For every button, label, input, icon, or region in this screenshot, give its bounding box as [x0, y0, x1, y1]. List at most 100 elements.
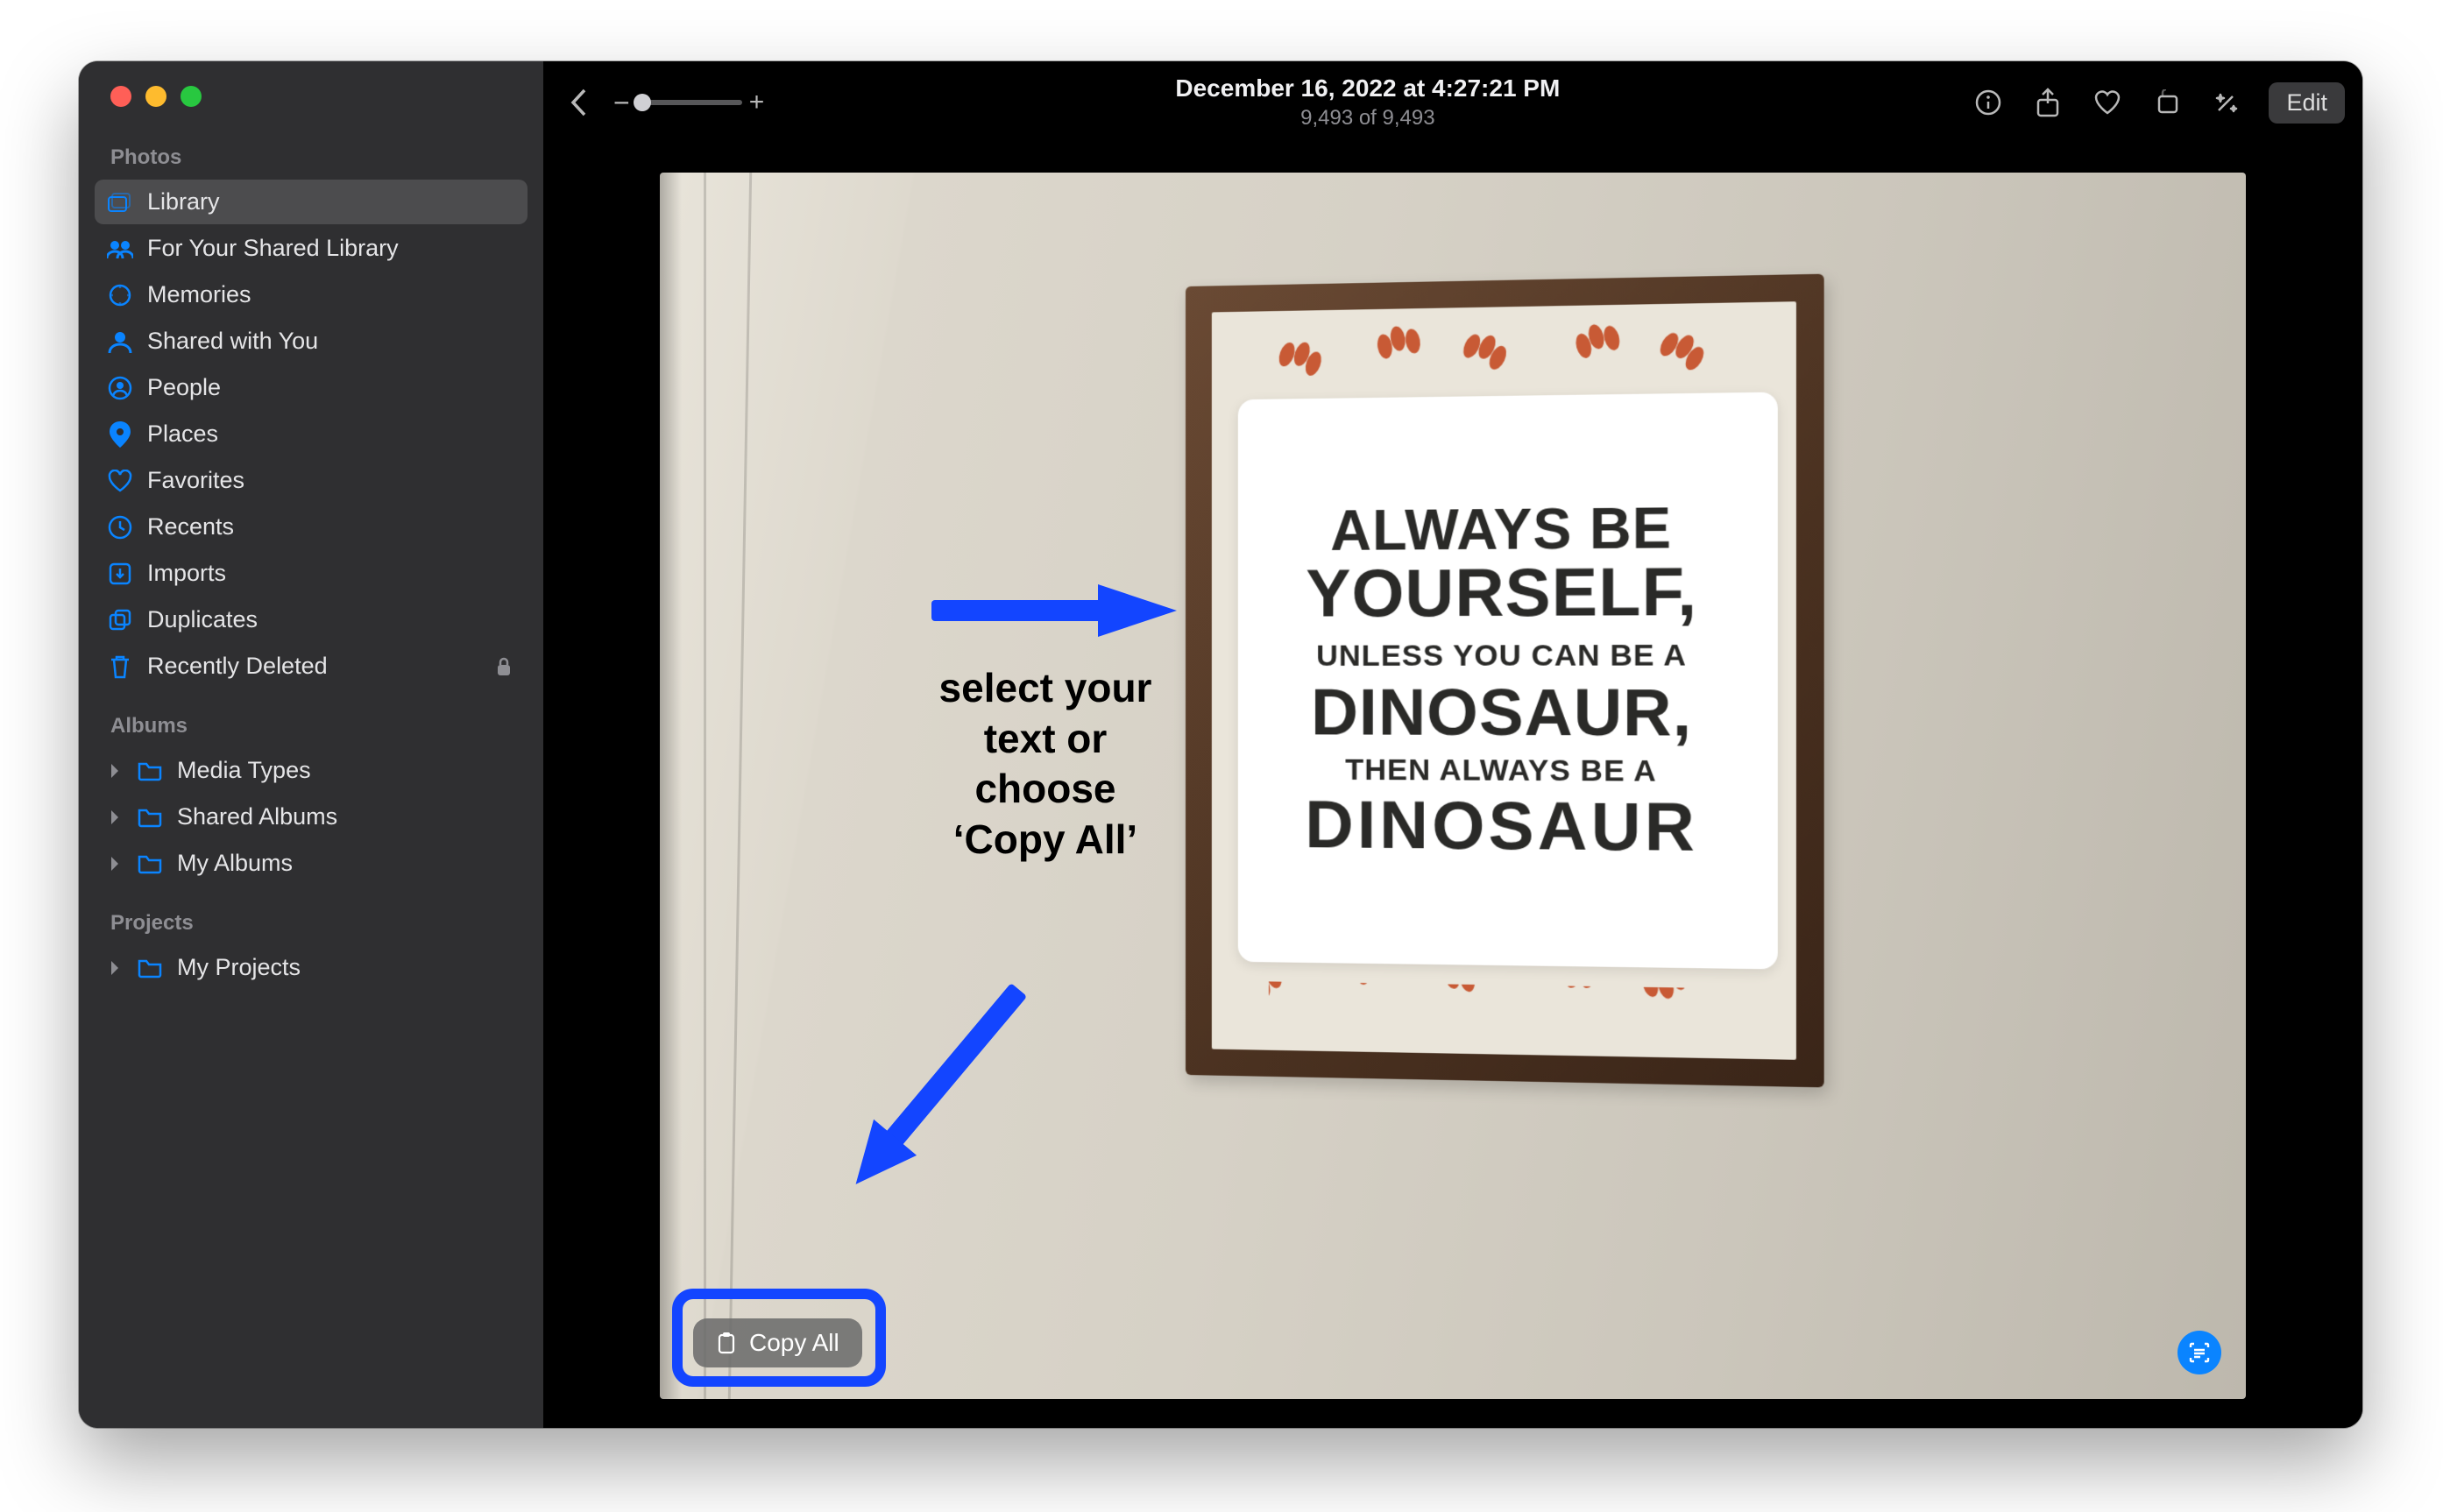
folder-icon [137, 955, 163, 981]
annotation-arrow-right [923, 567, 1186, 654]
sidebar-item-recents[interactable]: Recents [95, 505, 528, 549]
fullscreen-window-button[interactable] [181, 86, 202, 107]
sidebar-item-label: Shared with You [147, 328, 318, 355]
annotation-line: choose [905, 764, 1186, 815]
zoom-slider[interactable]: − + [613, 87, 764, 119]
copy-all-button[interactable]: Copy All [693, 1318, 862, 1367]
sidebar-item-label: My Albums [177, 850, 293, 877]
chevron-right-icon [107, 763, 123, 779]
chevron-right-icon [107, 809, 123, 825]
sidebar-item-media-types[interactable]: Media Types [95, 748, 528, 793]
toolbar: − + December 16, 2022 at 4:27:21 PM 9,49… [543, 61, 2362, 144]
sidebar-item-my-albums[interactable]: My Albums [95, 841, 528, 886]
sidebar-item-people[interactable]: People [95, 365, 528, 410]
sidebar-item-recently-deleted[interactable]: Recently Deleted [95, 644, 528, 689]
annotation-arrow-down-left [800, 943, 1080, 1224]
shared-library-icon [107, 236, 133, 262]
folder-icon [137, 758, 163, 784]
photo[interactable]: ALWAYS BE YOURSELF, UNLESS YOU CAN BE A … [660, 173, 2246, 1399]
places-icon [107, 421, 133, 448]
sidebar-item-label: Memories [147, 281, 251, 308]
sidebar-item-label: Duplicates [147, 606, 258, 633]
annotation-line: ‘Copy All’ [905, 815, 1186, 866]
photo-shadow-edge [660, 173, 682, 1399]
toolbar-title: December 16, 2022 at 4:27:21 PM 9,493 of… [764, 74, 1971, 131]
library-icon [107, 189, 133, 215]
wall-art-quote[interactable]: ALWAYS BE YOURSELF, UNLESS YOU CAN BE A … [1212, 410, 1796, 951]
quote-line: YOURSELF, [1306, 557, 1697, 630]
folder-icon [137, 804, 163, 830]
minimize-window-button[interactable] [145, 86, 166, 107]
folder-icon [137, 851, 163, 877]
sidebar-section-photos: Photos [79, 107, 543, 179]
sidebar-item-label: For Your Shared Library [147, 235, 399, 262]
sidebar-item-label: People [147, 374, 221, 401]
sidebar-item-label: Recents [147, 513, 234, 541]
zoom-track[interactable] [637, 100, 742, 105]
trash-icon [107, 654, 133, 680]
app-window: Photos Library For Your Shared Library M… [79, 61, 2362, 1428]
chevron-right-icon [107, 856, 123, 872]
clock-icon [107, 514, 133, 541]
dinosaur-footprints-bottom [1212, 980, 1796, 1043]
annotation-line: text or [905, 714, 1186, 765]
close-window-button[interactable] [110, 86, 131, 107]
quote-line: DINOSAUR, [1311, 680, 1692, 746]
sidebar-section-projects: Projects [79, 887, 543, 944]
sidebar-item-duplicates[interactable]: Duplicates [95, 597, 528, 642]
annotation-line: select your [905, 663, 1186, 714]
share-button[interactable] [2030, 85, 2065, 120]
auto-enhance-button[interactable] [2209, 85, 2244, 120]
chevron-right-icon [107, 960, 123, 976]
sidebar-item-memories[interactable]: Memories [95, 272, 528, 317]
sidebar-item-imports[interactable]: Imports [95, 551, 528, 596]
zoom-in-label: + [749, 88, 765, 117]
people-icon [107, 375, 133, 401]
sidebar-item-my-projects[interactable]: My Projects [95, 945, 528, 990]
heart-icon [107, 468, 133, 494]
copy-all-label: Copy All [749, 1329, 839, 1357]
live-text-button[interactable] [2177, 1331, 2221, 1374]
favorite-button[interactable] [2090, 85, 2125, 120]
sidebar-item-label: Imports [147, 560, 226, 587]
zoom-out-label: − [613, 87, 630, 119]
photo-door-seam [728, 173, 752, 1399]
sidebar-item-shared-albums[interactable]: Shared Albums [95, 795, 528, 839]
sidebar-item-label: Shared Albums [177, 803, 337, 830]
memories-icon [107, 282, 133, 308]
duplicates-icon [107, 607, 133, 633]
sidebar-item-places[interactable]: Places [95, 412, 528, 456]
shared-with-you-icon [107, 329, 133, 355]
back-button[interactable] [561, 85, 596, 120]
clipboard-icon [716, 1331, 737, 1355]
photo-count: 9,493 of 9,493 [764, 106, 1971, 131]
lock-icon [496, 657, 515, 676]
sidebar-item-label: Library [147, 188, 220, 215]
sidebar-item-library[interactable]: Library [95, 180, 528, 224]
annotation-text: select your text or choose ‘Copy All’ [905, 663, 1186, 865]
quote-line: ALWAYS BE [1330, 499, 1672, 559]
dinosaur-footprints-top [1212, 318, 1796, 381]
quote-line: THEN ALWAYS BE A [1345, 752, 1657, 790]
window-controls [79, 61, 543, 107]
sidebar-item-for-your-shared-library[interactable]: For Your Shared Library [95, 226, 528, 271]
info-button[interactable] [1971, 85, 2006, 120]
quote-line: UNLESS YOU CAN BE A [1316, 638, 1687, 675]
sidebar-item-label: Recently Deleted [147, 653, 328, 680]
wall-art-canvas: ALWAYS BE YOURSELF, UNLESS YOU CAN BE A … [1212, 301, 1796, 1060]
main-pane: − + December 16, 2022 at 4:27:21 PM 9,49… [543, 61, 2362, 1428]
sidebar-item-shared-with-you[interactable]: Shared with You [95, 319, 528, 364]
sidebar: Photos Library For Your Shared Library M… [79, 61, 543, 1428]
imports-icon [107, 561, 133, 587]
photo-door-seam [704, 173, 706, 1399]
rotate-button[interactable] [2149, 85, 2185, 120]
sidebar-section-albums: Albums [79, 689, 543, 747]
sidebar-item-label: Favorites [147, 467, 244, 494]
zoom-knob[interactable] [634, 94, 651, 111]
sidebar-item-label: My Projects [177, 954, 301, 981]
quote-line: DINOSAUR [1305, 791, 1698, 861]
edit-button[interactable]: Edit [2269, 82, 2345, 124]
photo-viewport: ALWAYS BE YOURSELF, UNLESS YOU CAN BE A … [543, 144, 2362, 1428]
sidebar-item-favorites[interactable]: Favorites [95, 458, 528, 503]
sidebar-item-label: Places [147, 420, 218, 448]
